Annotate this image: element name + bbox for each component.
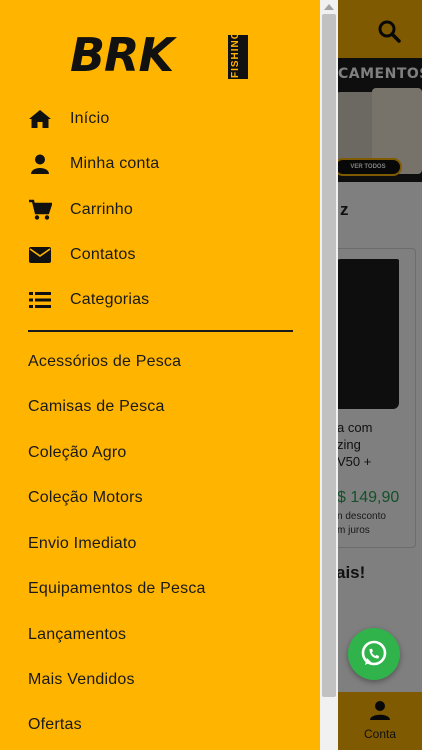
user-icon — [28, 152, 52, 176]
menu-item-carrinho[interactable]: Carrinho — [28, 195, 308, 225]
category-item[interactable]: Acessórios de Pesca — [28, 347, 308, 377]
logo-subtext: FISHING — [230, 30, 241, 78]
menu-item-label: Categorias — [70, 291, 150, 308]
whatsapp-button[interactable] — [348, 628, 400, 680]
category-item[interactable]: Mais Vendidos — [28, 665, 308, 695]
scroll-up-arrow[interactable] — [324, 4, 334, 10]
home-icon — [28, 107, 52, 131]
category-item[interactable]: Envio Imediato — [28, 529, 308, 559]
menu-item-label: Minha conta — [70, 155, 160, 172]
menu-item-minha-conta[interactable]: Minha conta — [28, 149, 308, 179]
envelope-icon — [28, 243, 52, 267]
logo-text: BRK — [70, 28, 174, 82]
brand-logo[interactable]: BRK FISHING — [70, 28, 250, 82]
menu-item-contatos[interactable]: Contatos — [28, 240, 308, 270]
menu-divider — [28, 330, 293, 332]
whatsapp-icon — [361, 640, 387, 666]
scrollbar-thumb[interactable] — [322, 14, 336, 697]
menu-item-label: Contatos — [70, 246, 136, 263]
category-item[interactable]: Equipamentos de Pesca — [28, 574, 308, 604]
category-item[interactable]: Camisas de Pesca — [28, 392, 308, 422]
category-item[interactable]: Coleção Motors — [28, 483, 308, 513]
menu-item-label: Início — [70, 110, 110, 127]
category-item[interactable]: Ofertas — [28, 710, 308, 740]
list-icon — [28, 288, 52, 312]
menu-item-inicio[interactable]: Início — [28, 104, 308, 134]
cart-icon — [28, 198, 52, 222]
category-item[interactable]: Coleção Agro — [28, 438, 308, 468]
navigation-drawer: BRK FISHING Início Minha conta Carrinho … — [0, 0, 320, 750]
menu-item-categorias[interactable]: Categorias — [28, 285, 308, 315]
category-item[interactable]: Lançamentos — [28, 620, 308, 650]
menu-item-label: Carrinho — [70, 201, 133, 218]
